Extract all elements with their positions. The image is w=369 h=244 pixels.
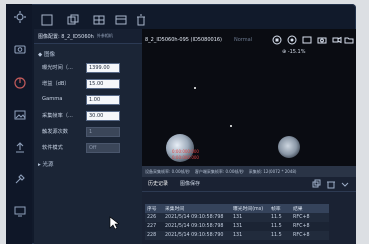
camera-title: 8_2_ID5060h-095 (ID5080016)	[145, 37, 223, 43]
tab-image-save[interactable]: 图像保存	[180, 180, 200, 187]
param-label: 曝光时间（...	[42, 65, 73, 71]
layout-icon[interactable]	[114, 13, 128, 27]
status-item: 客户端采集帧率: 0.00帧/秒	[194, 168, 244, 174]
stop-icon[interactable]	[272, 35, 282, 45]
overlay-readout: 0:00:000:000	[172, 149, 199, 154]
param-input[interactable]: 1	[86, 127, 120, 137]
param-input[interactable]: 30.00	[86, 111, 120, 121]
panel-subtitle: 外参相机	[96, 33, 113, 38]
history-panel: 历史记录 图像保存 序号 采集时间 曝光时间(ms) 帧率 结果 226 202…	[142, 177, 356, 244]
sidebar-item-tools[interactable]	[10, 172, 30, 200]
upload-icon	[16, 142, 24, 153]
delete-icon[interactable]	[134, 13, 148, 27]
sidebar-item-upload[interactable]	[10, 140, 30, 168]
table-cell: 227	[145, 222, 163, 231]
panel-title: 图像配置: 8_2_ID5060h	[38, 33, 94, 40]
param-label: 触发源次数	[42, 129, 68, 135]
section-image[interactable]: ◆ 图像	[38, 50, 55, 58]
folder-icon[interactable]	[344, 35, 354, 45]
table-cell: 131	[231, 213, 269, 222]
table-cell: RFC+8	[291, 222, 329, 231]
table-cell: RFC+8	[291, 231, 329, 240]
history-tabs: 历史记录 图像保存	[142, 177, 356, 192]
top-toolbar	[30, 7, 150, 27]
param-input[interactable]: 1399.00	[86, 63, 120, 73]
left-sidebar	[6, 4, 32, 244]
grid-icon[interactable]	[92, 13, 106, 27]
status-bar: 设备采集帧率: 0.00帧/秒 客户端采集帧率: 0.00帧/秒 采集帧: 12…	[142, 166, 356, 177]
copy-icon[interactable]	[312, 179, 322, 189]
column-header: 采集时间	[163, 204, 231, 213]
speck	[230, 125, 232, 127]
param-row: 增益（dB） 15.00	[42, 79, 140, 89]
overlay-readout: 0:00:000:000	[172, 155, 199, 160]
status-item: 采集帧: 12(0072 * 2048)	[248, 168, 297, 174]
param-row: 触发源次数 1	[42, 127, 140, 137]
target-object	[278, 136, 300, 158]
param-row: 软件模式 Off	[42, 143, 140, 153]
mouse-cursor-icon	[109, 216, 119, 230]
window-icon[interactable]	[40, 13, 54, 27]
table-cell: 2021/5/14 09:10:58:790	[163, 231, 231, 240]
table-cell: 11.5	[269, 222, 291, 231]
delete-icon[interactable]	[326, 179, 336, 189]
table-cell: 226	[145, 213, 163, 222]
table-row[interactable]: 228 2021/5/14 09:10:58:790 131 11.5 RFC+…	[145, 231, 329, 240]
table-header: 序号 采集时间 曝光时间(ms) 帧率 结果	[145, 204, 329, 213]
display-mode: Normal	[234, 37, 253, 43]
panel-header: 图像配置: 8_2_ID5060h 外参相机	[34, 29, 142, 44]
param-label: 增益（dB）	[42, 81, 70, 87]
table-row[interactable]: 227 2021/5/14 09:10:58:798 131 11.5 RFC+…	[145, 222, 329, 231]
speck	[194, 87, 196, 89]
sidebar-item-device[interactable]	[10, 42, 30, 70]
copy-icon[interactable]	[66, 13, 80, 27]
zoom-value: -15.1%	[287, 49, 306, 55]
sidebar-item-power[interactable]	[10, 76, 30, 104]
gear-icon	[14, 11, 26, 23]
column-header: 曝光时间(ms)	[231, 204, 269, 213]
table-cell: 2021/5/14 09:10:58:798	[163, 222, 231, 231]
record-icon[interactable]	[287, 35, 297, 45]
zoom-indicator: ⊕ -15.1%	[282, 49, 316, 59]
section-light-source[interactable]: ▸ 光源	[38, 160, 54, 168]
camera-icon	[14, 45, 26, 54]
column-header: 序号	[145, 204, 163, 213]
sidebar-item-image[interactable]	[10, 108, 30, 136]
param-row: 曝光时间（... 1399.00	[42, 63, 140, 73]
param-row: 采集帧率（... 30.00	[42, 111, 140, 121]
layout-icon[interactable]	[302, 35, 312, 45]
collapse-icon[interactable]	[340, 179, 350, 189]
power-icon	[14, 77, 26, 89]
param-input[interactable]: 1.00	[86, 95, 120, 105]
tab-history[interactable]: 历史记录	[148, 180, 168, 187]
column-header: 帧率	[269, 204, 291, 213]
image-settings-panel: 图像配置: 8_2_ID5060h 外参相机 ◆ 图像 曝光时间（... 139…	[34, 29, 143, 244]
column-header: 结果	[291, 204, 329, 213]
status-item: 设备采集帧率: 0.00帧/秒	[145, 168, 190, 174]
history-table: 序号 采集时间 曝光时间(ms) 帧率 结果 226 2021/5/14 09:…	[145, 204, 329, 240]
table-cell: 11.5	[269, 213, 291, 222]
sidebar-item-monitor[interactable]	[10, 204, 30, 232]
tools-icon	[15, 174, 25, 184]
param-label: 采集帧率（...	[42, 113, 73, 119]
image-icon	[14, 110, 26, 120]
table-cell: RFC+8	[291, 213, 329, 222]
param-select[interactable]: Off	[86, 143, 120, 153]
table-cell: 11.5	[269, 231, 291, 240]
param-label: Gamma	[42, 96, 63, 102]
monitor-icon	[14, 206, 26, 217]
table-cell: 228	[145, 231, 163, 240]
table-row[interactable]: 226 2021/5/14 09:10:58:798 131 11.5 RFC+…	[145, 213, 329, 222]
table-cell: 131	[231, 231, 269, 240]
video-icon[interactable]	[332, 35, 342, 45]
param-input[interactable]: 15.00	[86, 79, 120, 89]
param-label: 软件模式	[42, 145, 63, 151]
camera-icon[interactable]	[317, 35, 327, 45]
table-cell: 131	[231, 222, 269, 231]
camera-preview[interactable]: 8_2_ID5060h-095 (ID5080016) Normal ⊕ -15…	[142, 29, 356, 175]
param-row: Gamma 1.00	[42, 95, 140, 105]
table-cell: 2021/5/14 09:10:58:798	[163, 213, 231, 222]
sidebar-item-settings[interactable]	[10, 10, 30, 38]
